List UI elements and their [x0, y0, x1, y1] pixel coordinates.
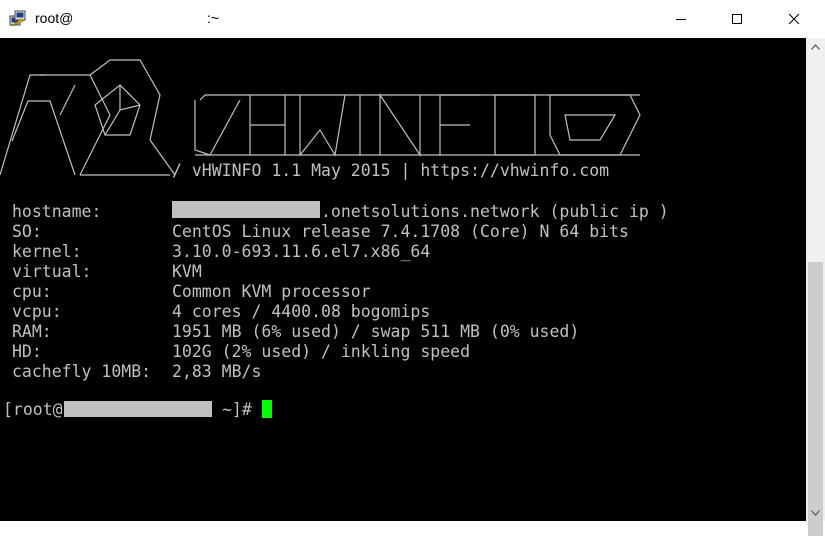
- title-bar[interactable]: root@ :~: [0, 0, 825, 38]
- scroll-down-button[interactable]: [806, 504, 825, 521]
- info-label-ram: RAM:: [12, 322, 52, 341]
- maximize-icon: [732, 14, 742, 24]
- info-label-hd: HD:: [12, 342, 42, 361]
- info-label-so: SO:: [12, 222, 42, 241]
- chevron-down-icon: [811, 509, 820, 516]
- scrollbar-thumb[interactable]: [808, 262, 823, 536]
- terminal-cursor: [262, 400, 272, 418]
- banner-text: / vHWINFO 1.1 May 2015 | https://vhwinfo…: [172, 161, 610, 180]
- window-title-path: :~: [207, 10, 220, 26]
- info-value-cpu: Common KVM processor: [172, 282, 371, 301]
- prompt-close: ~]#: [222, 400, 252, 419]
- info-label-hostname: hostname:: [12, 202, 102, 221]
- prompt-open: [root@: [3, 400, 63, 419]
- close-icon: [788, 13, 800, 25]
- putty-icon[interactable]: [9, 10, 27, 28]
- info-value-hd: 102G (2% used) / inkling speed: [172, 342, 471, 361]
- info-value-virtual: KVM: [172, 262, 202, 281]
- info-label-virtual: virtual:: [12, 262, 92, 281]
- redacted-prompt-host: [64, 401, 212, 417]
- minimize-icon: [676, 19, 686, 20]
- info-value-kernel: 3.10.0-693.11.6.el7.x86_64: [172, 242, 431, 261]
- minimize-button[interactable]: [652, 0, 710, 38]
- info-label-kernel: kernel:: [12, 242, 82, 261]
- info-label-cpu: cpu:: [12, 282, 52, 301]
- vertical-scrollbar[interactable]: [806, 38, 825, 536]
- scroll-up-button[interactable]: [806, 38, 825, 55]
- info-value-ram: 1951 MB (6% used) / swap 511 MB (0% used…: [172, 322, 580, 341]
- info-label-cachefly: cachefly 10MB:: [12, 362, 152, 381]
- window-title-user: root@: [35, 10, 74, 26]
- info-value-hostname: .onetsolutions.network (public ip ): [321, 202, 669, 221]
- info-value-so: CentOS Linux release 7.4.1708 (Core) N 6…: [172, 222, 629, 241]
- close-button[interactable]: [765, 0, 823, 38]
- info-label-vcpu: vcpu:: [12, 302, 62, 321]
- info-value-vcpu: 4 cores / 4400.08 bogomips: [172, 302, 431, 321]
- redacted-hostname: [172, 201, 320, 218]
- chevron-up-icon: [811, 43, 820, 50]
- info-value-cachefly: 2,83 MB/s: [172, 362, 262, 381]
- maximize-button[interactable]: [708, 0, 766, 38]
